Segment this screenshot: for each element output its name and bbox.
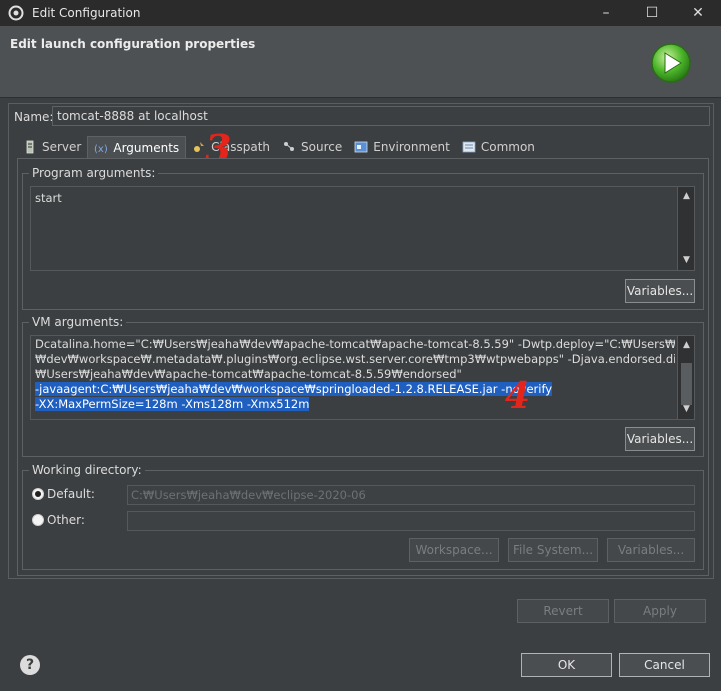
vm-arguments-line-2: ₩dev₩workspace₩.metadata₩.plugins₩org.ec… xyxy=(35,352,675,366)
svg-text:(x)=: (x)= xyxy=(94,144,108,155)
vm-arguments-line-3: ₩Users₩jeaha₩dev₩apache-tomcat₩apache-to… xyxy=(35,367,462,381)
server-icon xyxy=(26,140,34,154)
minimize-button[interactable]: – xyxy=(583,0,629,26)
tab-common[interactable]: Common xyxy=(456,136,541,158)
tab-arguments[interactable]: (x)= Arguments xyxy=(87,136,187,158)
program-arguments-group: Program arguments: start ▲ ▼ Variables..… xyxy=(22,166,704,310)
ok-button[interactable]: OK xyxy=(521,653,612,677)
vm-arguments-line-4: -javaagent:C:₩Users₩jeaha₩dev₩workspace₩… xyxy=(35,382,553,396)
tab-environment-label: Environment xyxy=(373,140,450,154)
title-bar: Edit Configuration – ☐ ✕ xyxy=(0,0,721,26)
tab-source-label: Source xyxy=(301,140,343,154)
vm-arguments-group: VM arguments: Dcatalina.home="C:₩Users₩j… xyxy=(22,315,704,457)
name-field[interactable]: tomcat-8888 at localhost xyxy=(52,106,710,126)
eclipse-gear-icon xyxy=(8,5,24,21)
close-button[interactable]: ✕ xyxy=(675,0,721,26)
vm-arguments-line-5: -XX:MaxPermSize=128m -Xms128m -Xmx512m xyxy=(35,397,310,411)
tab-environment[interactable]: Environment xyxy=(348,136,456,158)
tab-arguments-label: Arguments xyxy=(113,140,180,155)
tab-server[interactable]: Server xyxy=(17,136,87,158)
program-variables-button[interactable]: Variables... xyxy=(625,279,695,303)
revert-button[interactable]: Revert xyxy=(517,599,609,623)
tab-source[interactable]: Source xyxy=(276,136,348,158)
source-icon xyxy=(284,142,295,151)
vm-arguments-line-1: Dcatalina.home="C:₩Users₩jeaha₩dev₩apach… xyxy=(35,337,675,351)
program-arguments-scrollbar[interactable]: ▲ ▼ xyxy=(677,187,694,270)
vm-arguments-input[interactable]: Dcatalina.home="C:₩Users₩jeaha₩dev₩apach… xyxy=(30,335,695,420)
apply-button[interactable]: Apply xyxy=(614,599,706,623)
program-arguments-title: Program arguments: xyxy=(29,166,159,180)
cancel-button[interactable]: Cancel xyxy=(619,653,710,677)
run-icon xyxy=(651,43,691,83)
help-icon[interactable]: ? xyxy=(20,655,40,675)
vm-variables-button[interactable]: Variables... xyxy=(625,427,695,451)
working-directory-group: Working directory: Default: C:₩Users₩jea… xyxy=(22,463,704,570)
default-label: Default: xyxy=(47,487,95,501)
working-directory-title: Working directory: xyxy=(29,463,145,477)
workspace-button[interactable]: Workspace... xyxy=(409,538,499,562)
environment-icon xyxy=(354,141,368,153)
name-label: Name: xyxy=(14,110,54,124)
arguments-icon: (x)= xyxy=(94,144,108,155)
other-label: Other: xyxy=(47,513,85,527)
tab-common-label: Common xyxy=(480,140,535,154)
vm-arguments-scrollbar[interactable]: ▲ ▼ xyxy=(677,336,694,419)
default-radio[interactable] xyxy=(32,488,44,500)
file-system-button[interactable]: File System... xyxy=(508,538,598,562)
tab-bar: Server (x)= Arguments Classpath Source E… xyxy=(17,136,541,158)
header-banner: Edit launch configuration properties xyxy=(0,26,721,98)
scroll-up-icon[interactable]: ▲ xyxy=(678,338,695,353)
window-title: Edit Configuration xyxy=(32,6,141,20)
other-directory-field[interactable] xyxy=(127,511,695,531)
annotation-4: 4 xyxy=(505,375,531,417)
program-arguments-input[interactable]: start ▲ ▼ xyxy=(30,186,695,271)
tab-server-label: Server xyxy=(42,140,82,154)
common-icon xyxy=(462,141,476,153)
vm-arguments-title: VM arguments: xyxy=(29,315,127,329)
scroll-thumb[interactable] xyxy=(681,363,692,405)
default-directory-field: C:₩Users₩jeaha₩dev₩eclipse-2020-06 xyxy=(127,485,695,505)
scroll-down-icon[interactable]: ▼ xyxy=(678,253,695,268)
program-arguments-text: start xyxy=(35,191,62,205)
scroll-up-icon[interactable]: ▲ xyxy=(678,189,695,204)
scroll-down-icon[interactable]: ▼ xyxy=(678,402,695,417)
maximize-button[interactable]: ☐ xyxy=(629,0,675,26)
header-title: Edit launch configuration properties xyxy=(10,37,256,51)
working-variables-button[interactable]: Variables... xyxy=(607,538,695,562)
other-radio[interactable] xyxy=(32,514,44,526)
